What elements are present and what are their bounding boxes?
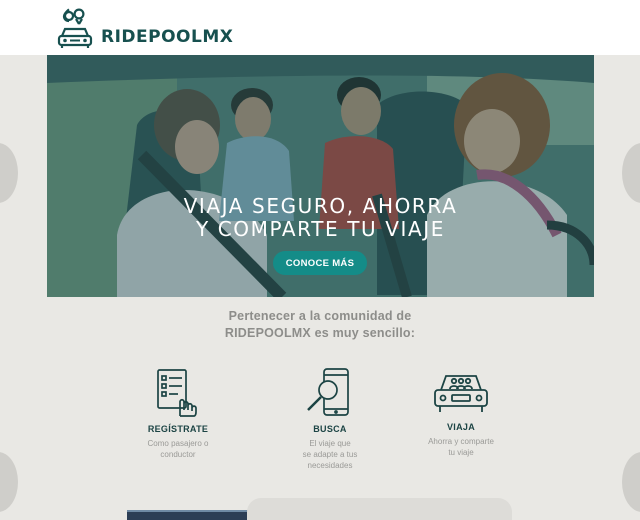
brand-name: RIDEPOOLMX	[101, 27, 234, 47]
step-desc-line1: Como pasajero o	[147, 439, 209, 448]
site-header: RIDEPOOLMX	[0, 0, 640, 55]
brand-logo[interactable]: RIDEPOOLMX	[57, 5, 233, 49]
step-travel: VIAJA Ahorra y comparte tu viaje	[401, 368, 521, 458]
step-desc-line2: conductor	[160, 450, 196, 459]
step-title: BUSCA	[313, 424, 347, 434]
hero-title-line2: Y COMPARTE TU VIAJE	[195, 217, 446, 241]
step-desc-line1: El viaje que	[309, 439, 351, 448]
step-title: REGÍSTRATE	[147, 424, 209, 434]
bottom-card	[247, 498, 512, 520]
hero-title-line1: VIAJA SEGURO, AHORRA	[183, 194, 458, 218]
intro-text-line2: RIDEPOOLMX es muy sencillo:	[224, 326, 416, 340]
step-register: REGÍSTRATE Como pasajero o conductor	[118, 368, 238, 460]
car-location-pins-logo-icon	[57, 7, 93, 49]
step-search: BUSCA El viaje que se adapte a tus neces…	[270, 368, 390, 471]
step-desc-line1: Ahorra y comparte	[428, 437, 494, 446]
step-title: VIAJA	[446, 422, 475, 432]
side-decoration	[622, 452, 640, 512]
car-passengers-icon	[401, 368, 521, 416]
carousel-next-decoration	[622, 143, 640, 203]
step-desc-line2: tu viaje	[448, 448, 474, 457]
side-decoration	[0, 452, 18, 512]
carousel-prev-decoration	[0, 143, 18, 203]
hero-banner: VIAJA SEGURO, AHORRA Y COMPARTE TU VIAJE…	[47, 55, 594, 297]
step-desc-line2: se adapte a tus	[302, 450, 358, 459]
phone-search-icon	[270, 368, 390, 418]
intro-text-line1: Pertenecer a la comunidad de	[228, 309, 412, 323]
checklist-hand-icon	[118, 368, 238, 418]
step-desc-line3: necesidades	[307, 461, 353, 470]
learn-more-button[interactable]: CONOCE MÁS	[273, 251, 367, 275]
